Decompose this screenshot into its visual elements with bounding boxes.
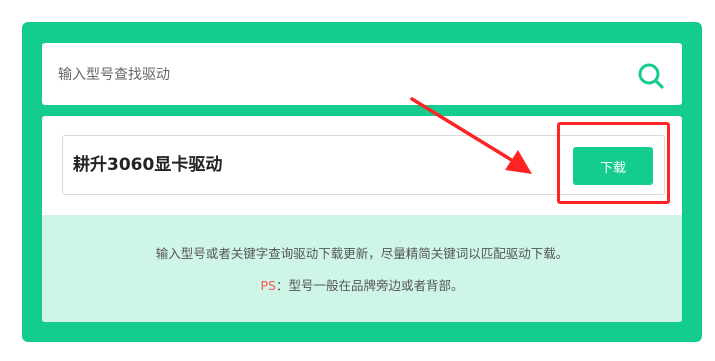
hint-area: 输入型号或者关键字查询驱动下载更新，尽量精简关键词以匹配驱动下载。 PS：型号一…	[42, 215, 682, 322]
ps-hint: PS：型号一般在品牌旁边或者背部。	[42, 275, 682, 294]
result-title: 耕升3060显卡驱动	[73, 155, 223, 175]
ps-text: 型号一般在品牌旁边或者背部。	[288, 278, 464, 293]
hint-text: 输入型号或者关键字查询驱动下载更新，尽量精简关键词以匹配驱动下载。	[155, 246, 569, 261]
ps-label: PS	[260, 278, 276, 293]
ps-separator: ：	[275, 278, 289, 293]
search-input[interactable]	[56, 43, 620, 107]
search-icon[interactable]	[637, 62, 665, 90]
search-bar	[42, 43, 682, 107]
highlight-box	[557, 122, 670, 204]
